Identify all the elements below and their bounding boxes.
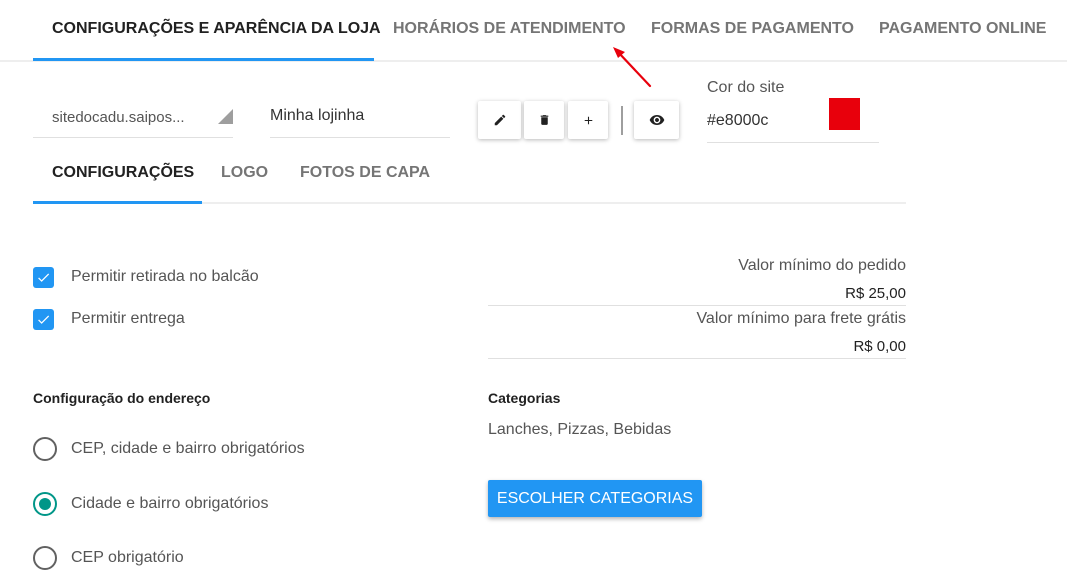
- tab-logo[interactable]: LOGO: [221, 164, 268, 182]
- radio-cep-city-neighborhood[interactable]: CEP, cidade e bairro obrigatórios: [33, 437, 305, 461]
- categories-heading: Categorias: [488, 390, 561, 406]
- site-select-value: sitedocadu.saipos...: [52, 109, 185, 126]
- pickup-checkbox-label: Permitir retirada no balcão: [71, 268, 259, 285]
- checkbox-checked-icon: [33, 266, 54, 288]
- active-tab-indicator: [33, 58, 374, 61]
- delivery-checkbox-label: Permitir entrega: [71, 310, 185, 327]
- min-order-label: Valor mínimo do pedido: [738, 257, 906, 274]
- radio-label: CEP, cidade e bairro obrigatórios: [71, 440, 305, 457]
- radio-cep[interactable]: CEP obrigatório: [33, 546, 184, 570]
- annotation-arrow-icon: [613, 47, 652, 88]
- delivery-checkbox[interactable]: Permitir entrega: [33, 308, 185, 330]
- min-free-shipping-value[interactable]: R$ 0,00: [853, 338, 906, 355]
- eye-icon: [649, 115, 664, 125]
- choose-categories-button[interactable]: ESCOLHER CATEGORIAS: [488, 480, 702, 517]
- plus-icon: [584, 116, 592, 124]
- site-color-label: Cor do site: [707, 79, 785, 96]
- radio-label: Cidade e bairro obrigatórios: [71, 495, 269, 512]
- trash-icon: [540, 115, 548, 125]
- address-config-heading: Configuração do endereço: [33, 390, 211, 406]
- pencil-icon: [494, 114, 505, 126]
- tab-configurations[interactable]: CONFIGURAÇÕES: [52, 164, 194, 182]
- radio-label: CEP obrigatório: [71, 549, 184, 566]
- min-order-underline: [488, 305, 906, 306]
- tab-payment-methods[interactable]: FORMAS DE PAGAMENTO: [651, 20, 854, 38]
- toolbar-divider: [621, 106, 623, 135]
- tab-cover-photos[interactable]: FOTOS DE CAPA: [300, 164, 430, 182]
- radio-checked-icon: [33, 492, 57, 516]
- tab-opening-hours[interactable]: HORÁRIOS DE ATENDIMENTO: [393, 20, 626, 38]
- dropdown-triangle-icon: [218, 109, 233, 124]
- top-tab-bar: CONFIGURAÇÕES E APARÊNCIA DA LOJA HORÁRI…: [0, 0, 1067, 62]
- preview-button[interactable]: [634, 101, 679, 139]
- tab-store-settings[interactable]: CONFIGURAÇÕES E APARÊNCIA DA LOJA: [52, 20, 381, 38]
- active-subtab-indicator: [33, 201, 202, 204]
- categories-list: Lanches, Pizzas, Bebidas: [488, 421, 672, 438]
- min-order-value[interactable]: R$ 25,00: [845, 285, 906, 302]
- site-color-swatch[interactable]: [829, 98, 860, 130]
- store-name-value: Minha lojinha: [270, 107, 365, 124]
- store-name-field[interactable]: Minha lojinha: [270, 96, 450, 138]
- edit-button[interactable]: [478, 101, 521, 139]
- radio-city-neighborhood[interactable]: Cidade e bairro obrigatórios: [33, 492, 268, 516]
- sub-tab-bar: CONFIGURAÇÕES LOGO FOTOS DE CAPA: [33, 140, 906, 204]
- radio-unchecked-icon: [33, 546, 57, 570]
- delete-button[interactable]: [524, 101, 564, 139]
- min-free-shipping-underline: [488, 358, 906, 359]
- pickup-checkbox[interactable]: Permitir retirada no balcão: [33, 266, 259, 288]
- site-select[interactable]: sitedocadu.saipos...: [33, 96, 233, 138]
- tab-online-payment[interactable]: PAGAMENTO ONLINE: [879, 20, 1046, 38]
- site-color-value: #e8000c: [707, 112, 769, 129]
- min-free-shipping-label: Valor mínimo para frete grátis: [696, 310, 906, 327]
- radio-unchecked-icon: [33, 437, 57, 461]
- add-button[interactable]: [568, 101, 608, 139]
- checkbox-checked-icon: [33, 308, 54, 330]
